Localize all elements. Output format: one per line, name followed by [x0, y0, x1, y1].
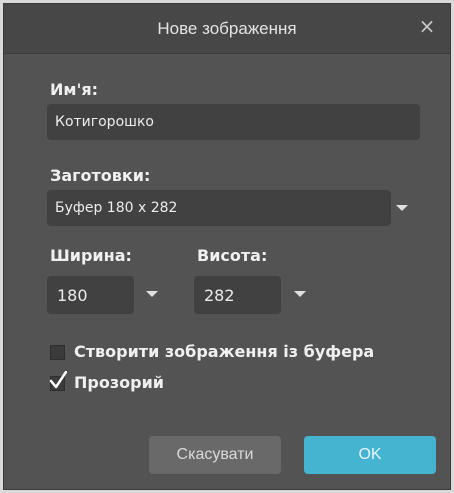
from-clipboard-label: Створити зображення із буфера	[74, 342, 375, 361]
dialog-titlebar: Нове зображення ×	[4, 4, 450, 54]
checkmark-icon	[49, 371, 67, 389]
width-input[interactable]: 180	[47, 276, 134, 314]
width-dropdown-chevron-down-icon[interactable]	[146, 291, 158, 297]
new-image-dialog: Нове зображення × Им'я: Котигорошко Заго…	[3, 3, 451, 490]
presets-dropdown-chevron-down-icon[interactable]	[396, 205, 408, 211]
height-label: Висота:	[197, 246, 268, 265]
width-label: Ширина:	[50, 246, 132, 265]
ok-button[interactable]: OK	[304, 436, 436, 474]
height-input[interactable]: 282	[194, 276, 281, 314]
transparent-label: Прозорий	[74, 373, 164, 392]
dialog-title: Нове зображення	[157, 19, 297, 38]
presets-label: Заготовки:	[50, 166, 151, 185]
height-dropdown-chevron-down-icon[interactable]	[294, 291, 306, 297]
cancel-button[interactable]: Скасувати	[149, 436, 281, 474]
presets-select[interactable]: Буфер 180 x 282	[47, 190, 391, 226]
from-clipboard-checkbox[interactable]	[50, 345, 65, 360]
name-label: Им'я:	[50, 80, 99, 99]
name-input[interactable]: Котигорошко	[47, 104, 420, 140]
transparent-checkbox[interactable]	[49, 371, 67, 391]
close-icon[interactable]: ×	[418, 16, 436, 36]
